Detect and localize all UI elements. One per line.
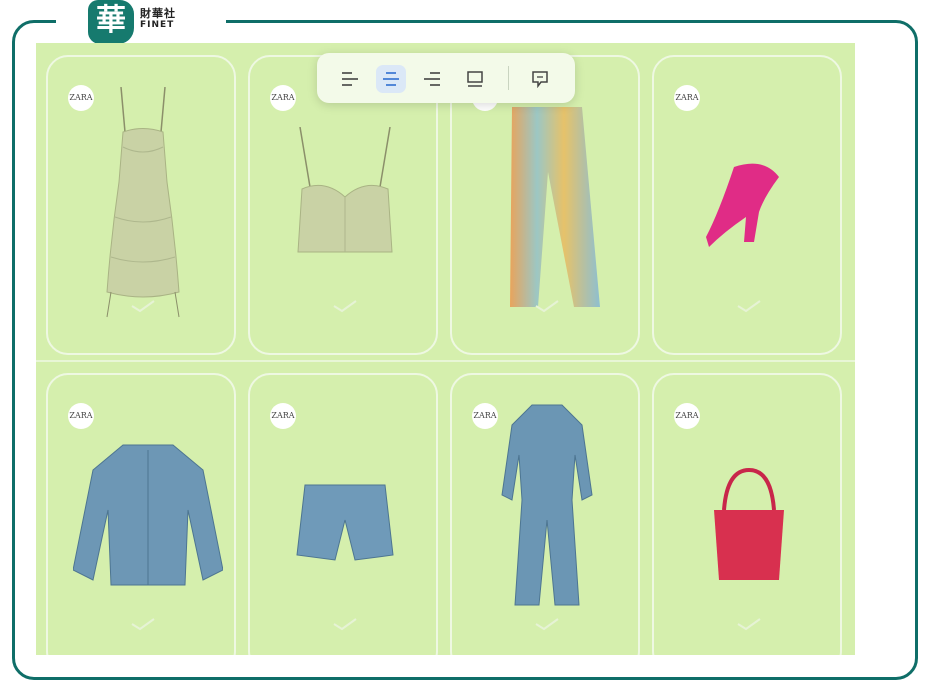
checkmark-icon <box>333 300 357 313</box>
zara-badge: ZARA <box>270 85 296 111</box>
product-image[interactable]: ZARA ZARA ZARA ZARA ZARA ZARA ZARA <box>36 43 855 655</box>
product-card: ZARA <box>450 373 640 655</box>
align-left-button[interactable] <box>335 65 365 93</box>
jeans-icon <box>510 107 600 307</box>
denim-jumpsuit-icon <box>501 404 593 606</box>
align-left-icon <box>342 72 358 86</box>
product-card: ZARA <box>46 373 236 655</box>
product-card: ZARA <box>46 55 236 355</box>
comment-button[interactable] <box>525 65 555 93</box>
zara-badge: ZARA <box>472 403 498 429</box>
zara-badge: ZARA <box>270 403 296 429</box>
checkmark-icon <box>535 300 559 313</box>
image-toolbar <box>317 53 575 103</box>
comment-icon <box>532 71 548 88</box>
product-card: ZARA <box>248 373 438 655</box>
checkmark-icon <box>535 618 559 631</box>
checkmark-icon <box>333 618 357 631</box>
brand-name-cn: 財華社 <box>140 7 176 20</box>
display-icon <box>467 71 483 87</box>
align-right-button[interactable] <box>417 65 447 93</box>
zara-badge: ZARA <box>68 85 94 111</box>
zara-badge: ZARA <box>68 403 94 429</box>
align-center-icon <box>383 72 399 86</box>
checkmark-icon <box>737 618 761 631</box>
zara-badge: ZARA <box>674 85 700 111</box>
checkmark-icon <box>131 300 155 313</box>
toolbar-separator <box>508 66 509 90</box>
product-card: ZARA <box>652 373 842 655</box>
zara-badge: ZARA <box>674 403 700 429</box>
brand-name: 財華社 FINET <box>140 7 176 31</box>
bustier-top-icon <box>297 127 393 253</box>
product-card: ZARA <box>652 55 842 355</box>
align-center-button[interactable] <box>376 65 406 93</box>
heel-shoe-icon <box>706 163 779 247</box>
dress-icon <box>106 87 180 318</box>
align-right-icon <box>424 72 440 86</box>
brand-name-en: FINET <box>140 20 175 30</box>
display-mode-button[interactable] <box>460 65 490 93</box>
denim-shorts-icon <box>296 484 394 561</box>
checkmark-icon <box>131 618 155 631</box>
row-divider <box>36 360 855 362</box>
denim-jacket-icon <box>73 444 223 586</box>
finet-logo-icon: 華 <box>88 0 134 44</box>
checkmark-icon <box>737 300 761 313</box>
tote-bag-icon <box>714 467 784 580</box>
